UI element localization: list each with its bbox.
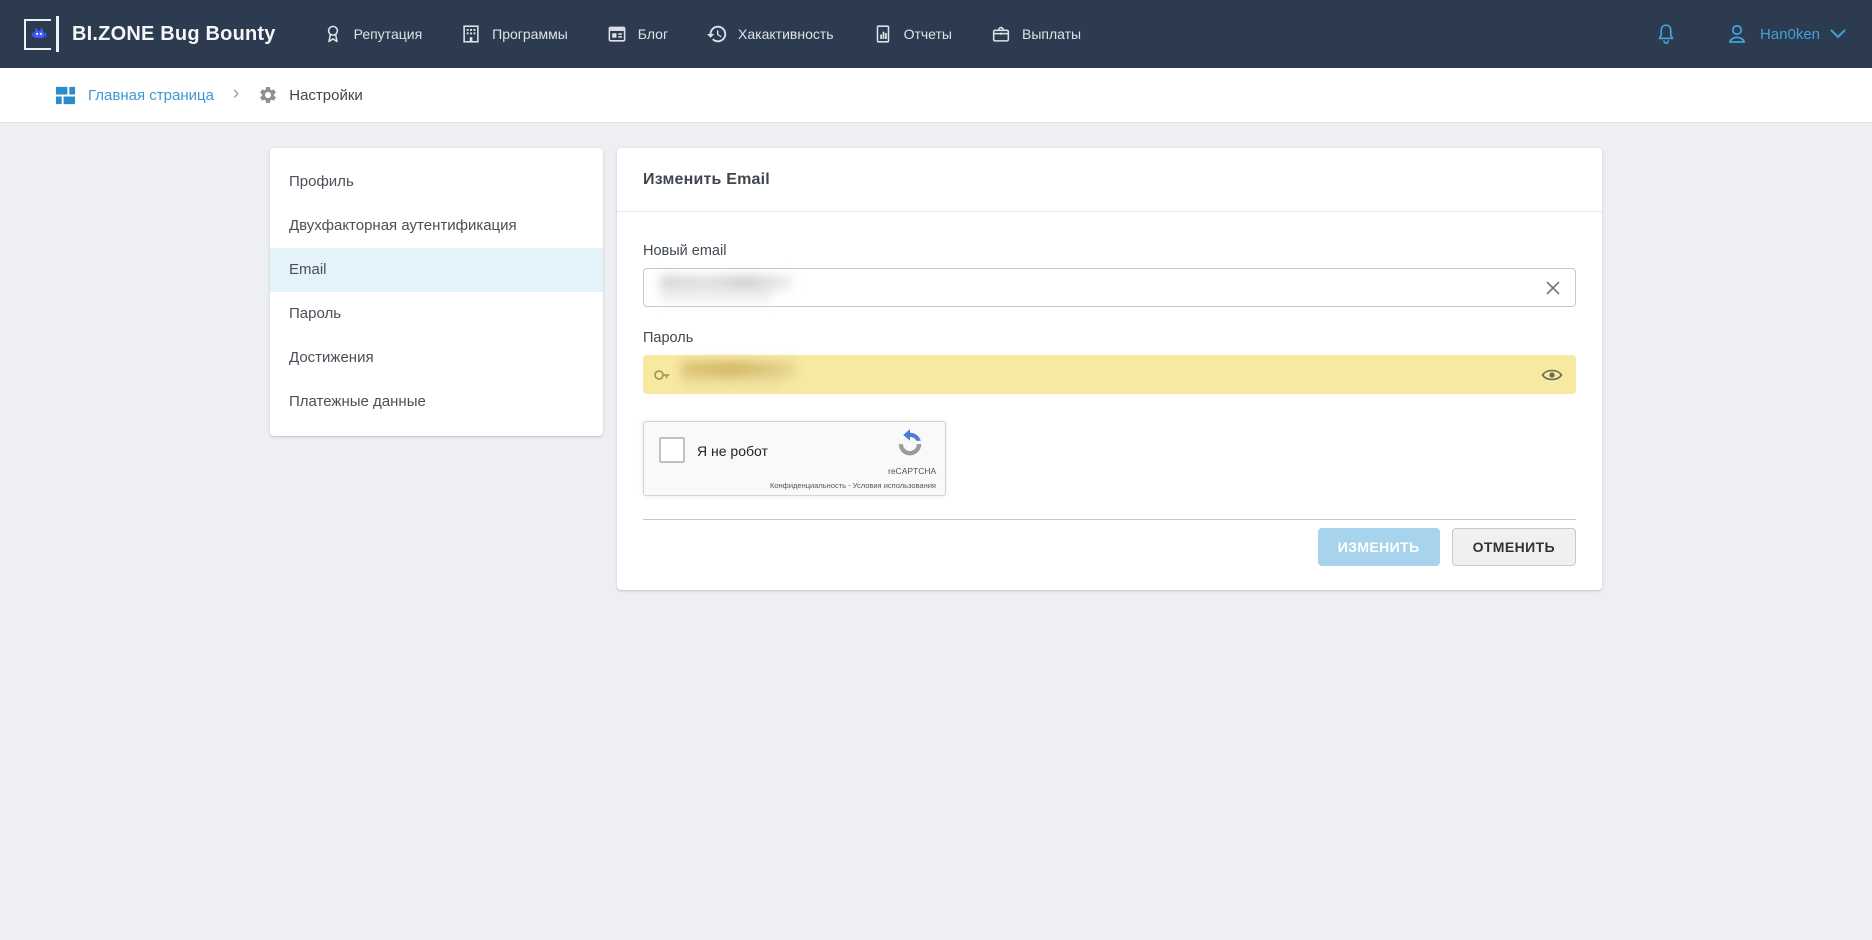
nav-item-label: Репутация bbox=[354, 26, 423, 42]
nav-item-blog[interactable]: Блог bbox=[606, 23, 668, 45]
settings-sidebar: Профиль Двухфакторная аутентификация Ema… bbox=[270, 148, 603, 436]
wallet-icon bbox=[990, 23, 1012, 45]
sidebar-item-2fa[interactable]: Двухфакторная аутентификация bbox=[270, 204, 603, 248]
medal-icon bbox=[322, 23, 344, 45]
nav-item-label: Программы bbox=[492, 26, 568, 42]
nav-item-programs[interactable]: Программы bbox=[460, 23, 568, 45]
form-actions: ИЗМЕНИТЬ ОТМЕНИТЬ bbox=[643, 519, 1576, 590]
recaptcha-widget: Я не робот reCAPTCHA Конфиденциальность … bbox=[643, 421, 946, 496]
page-content: Профиль Двухфакторная аутентификация Ema… bbox=[0, 123, 1872, 590]
nav-item-hackactivity[interactable]: Хакактивность bbox=[706, 23, 834, 45]
new-email-label: Новый email bbox=[643, 243, 1576, 259]
top-navbar: BI.ZONE Bug Bounty Репутация Программы bbox=[0, 0, 1872, 68]
dashboard-icon bbox=[55, 85, 76, 106]
breadcrumb-current: Настройки bbox=[258, 85, 363, 105]
recaptcha-label: Я не робот bbox=[697, 443, 768, 459]
history-icon bbox=[706, 23, 728, 45]
sidebar-item-password[interactable]: Пароль bbox=[270, 292, 603, 336]
notifications-bell-icon[interactable] bbox=[1654, 22, 1678, 46]
recaptcha-privacy-links[interactable]: Конфиденциальность - Условия использован… bbox=[770, 481, 936, 490]
brand-logo[interactable]: BI.ZONE Bug Bounty bbox=[24, 16, 276, 52]
bizone-logo-icon bbox=[24, 16, 59, 52]
breadcrumb-separator: › bbox=[233, 84, 239, 106]
clear-icon[interactable] bbox=[1544, 279, 1562, 297]
sidebar-item-email[interactable]: Email bbox=[270, 248, 603, 292]
breadcrumb-home-label: Главная страница bbox=[88, 87, 214, 104]
nav-item-payouts[interactable]: Выплаты bbox=[990, 23, 1081, 45]
navbar-right: Han0ken bbox=[1654, 21, 1846, 47]
user-menu[interactable]: Han0ken bbox=[1724, 21, 1846, 47]
report-icon bbox=[872, 23, 894, 45]
breadcrumb-current-label: Настройки bbox=[289, 87, 363, 104]
password-input[interactable] bbox=[643, 355, 1576, 394]
nav-item-label: Отчеты bbox=[904, 26, 952, 42]
key-icon bbox=[652, 365, 672, 385]
nav-item-reports[interactable]: Отчеты bbox=[872, 23, 952, 45]
sidebar-item-payment-details[interactable]: Платежные данные bbox=[270, 380, 603, 424]
card-header: Изменить Email bbox=[617, 148, 1602, 212]
nav-item-label: Выплаты bbox=[1022, 26, 1081, 42]
nav-item-label: Блог bbox=[638, 26, 668, 42]
brand-title: BI.ZONE Bug Bounty bbox=[72, 23, 276, 46]
nav-item-reputation[interactable]: Репутация bbox=[322, 23, 423, 45]
breadcrumb: Главная страница › Настройки bbox=[0, 68, 1872, 123]
nav-item-label: Хакактивность bbox=[738, 26, 834, 42]
recaptcha-logo-block: reCAPTCHA bbox=[888, 429, 932, 476]
eye-icon[interactable] bbox=[1541, 364, 1563, 386]
recaptcha-checkbox[interactable] bbox=[659, 437, 685, 463]
gear-icon bbox=[258, 85, 278, 105]
username: Han0ken bbox=[1760, 26, 1820, 43]
bug-icon bbox=[30, 26, 48, 42]
breadcrumb-home-link[interactable]: Главная страница bbox=[55, 85, 214, 106]
cancel-button[interactable]: ОТМЕНИТЬ bbox=[1452, 528, 1576, 566]
building-icon bbox=[460, 23, 482, 45]
redacted-password-value bbox=[681, 361, 795, 388]
chevron-down-icon bbox=[1830, 29, 1846, 39]
change-email-form: Новый email Пароль bbox=[617, 212, 1602, 496]
change-email-card: Изменить Email Новый email Пароль bbox=[617, 148, 1602, 590]
page-title: Изменить Email bbox=[643, 171, 770, 189]
sidebar-item-achievements[interactable]: Достижения bbox=[270, 336, 603, 380]
recaptcha-logo-icon bbox=[895, 429, 925, 459]
sidebar-item-profile[interactable]: Профиль bbox=[270, 160, 603, 204]
redacted-email-value bbox=[660, 275, 792, 301]
newspaper-icon bbox=[606, 23, 628, 45]
user-icon bbox=[1724, 21, 1750, 47]
recaptcha-brand-text: reCAPTCHA bbox=[888, 466, 932, 476]
submit-button[interactable]: ИЗМЕНИТЬ bbox=[1318, 528, 1440, 566]
main-navigation: Репутация Программы Блог bbox=[322, 23, 1082, 45]
password-label: Пароль bbox=[643, 330, 1576, 346]
new-email-input[interactable] bbox=[643, 268, 1576, 307]
